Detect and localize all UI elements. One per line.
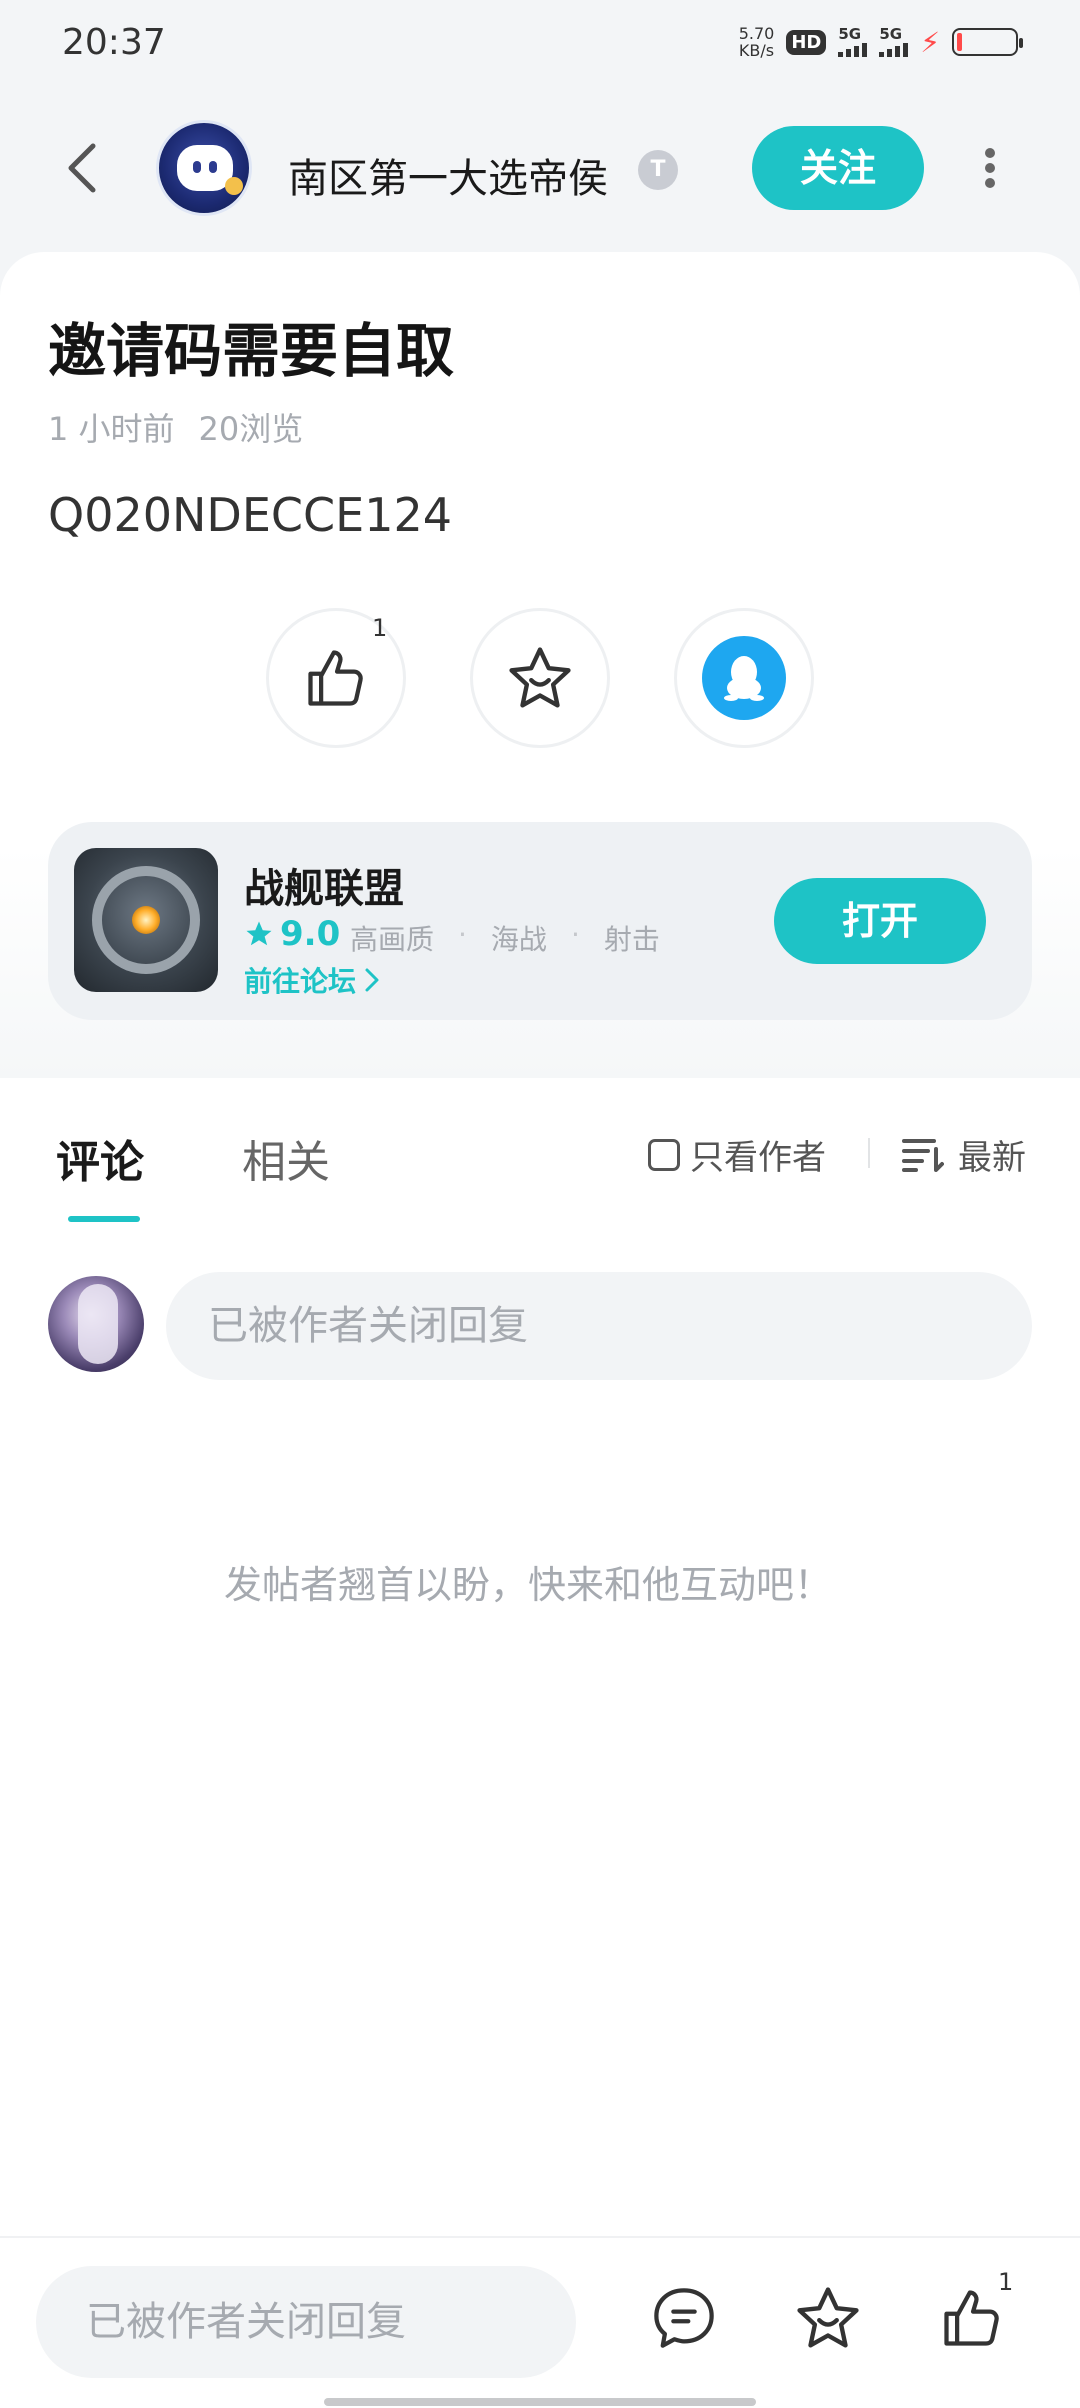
sort-label: 最新 [958,1138,1026,1178]
star-icon [797,2287,859,2348]
forum-link[interactable]: 前往论坛 [244,960,380,1000]
thumbs-up-icon [944,2290,999,2346]
comment-icon [654,2288,714,2348]
post-time: 1 小时前 [48,410,175,448]
star-icon [509,647,571,708]
chevron-right-icon [365,968,379,992]
game-name: 战舰联盟 [244,866,404,912]
signal-1-label: 5G [838,25,862,43]
signal-icon-1: 5G [838,25,868,57]
network-speed-unit: KB/s [738,41,775,60]
bottom-like-count: 1 [998,2268,1014,2296]
verified-badge-icon: T [638,150,678,190]
author-only-toggle[interactable]: 只看作者 [648,1130,826,1179]
checkbox-icon [648,1138,680,1171]
thumbs-up-icon [308,650,363,706]
bottom-favorite-button[interactable] [792,2282,864,2354]
game-icon [74,848,218,992]
battery-icon [952,28,1023,56]
status-icons: 5.70 KB/s HD 5G 5G ⚡ [739,25,1023,59]
game-tag: 高画质 [350,923,435,956]
author-avatar[interactable] [156,120,252,216]
status-time: 20:37 [62,21,166,63]
author-only-label: 只看作者 [690,1138,826,1178]
signal-2-label: 5G [879,25,903,43]
like-count: 1 [372,614,388,642]
network-speed: 5.70 KB/s [739,25,775,59]
follow-button[interactable]: 关注 [752,126,924,210]
current-user-avatar[interactable] [48,1276,144,1372]
sort-icon [902,1138,944,1172]
tab-related[interactable]: 相关 [242,1126,330,1190]
qq-icon [702,636,786,720]
bottom-bar: 已被作者关闭回复 1 [0,2236,1080,2408]
status-bar: 20:37 5.70 KB/s HD 5G 5G ⚡ [0,0,1080,84]
forum-link-label: 前往论坛 [244,965,357,998]
rating-star-icon [246,921,272,946]
game-tag: 海战 [490,923,547,956]
sort-latest-button[interactable]: 最新 [902,1130,1026,1179]
more-options-icon[interactable] [972,138,1008,198]
back-icon[interactable] [56,140,108,196]
game-tags: 高画质 · 海战 · 射击 [350,918,660,956]
rating-value: 9.0 [280,914,341,954]
comment-button[interactable] [648,2282,720,2354]
network-speed-value: 5.70 [738,24,775,43]
active-tab-indicator [68,1216,140,1222]
author-name[interactable]: 南区第一大选帝侯 [288,146,608,204]
divider [868,1138,870,1168]
game-tag: 射击 [603,923,660,956]
comments-section: 评论 相关 只看作者 最新 已被作者关闭回复 发帖者翘首以盼，快来和他互动吧！ [0,1078,1080,2236]
favorite-button[interactable] [470,608,610,748]
share-qq-button[interactable] [674,608,814,748]
game-card[interactable]: 战舰联盟 9.0 高画质 · 海战 · 射击 前往论坛 打开 [48,822,1032,1020]
tab-comments[interactable]: 评论 [56,1126,144,1190]
bottom-reply-input[interactable]: 已被作者关闭回复 [36,2266,576,2378]
post-header: 南区第一大选帝侯 T 关注 [0,110,1080,226]
post-body: Q020NDECCE124 [48,488,453,542]
reply-input[interactable]: 已被作者关闭回复 [166,1272,1032,1380]
open-game-button[interactable]: 打开 [774,878,986,964]
home-indicator[interactable] [324,2398,756,2406]
post-title: 邀请码需要自取 [48,317,455,385]
post-meta: 1 小时前 20浏览 [48,404,303,450]
charging-icon: ⚡ [920,25,940,59]
post-views: 20浏览 [198,410,304,448]
signal-icon-2: 5G [879,25,909,57]
post-card: 邀请码需要自取 1 小时前 20浏览 Q020NDECCE124 1 战舰联盟 [0,252,1080,1078]
hd-icon: HD [786,29,827,55]
game-rating: 9.0 [244,914,340,954]
empty-comments-hint: 发帖者翘首以盼，快来和他互动吧！ [223,1563,832,1607]
